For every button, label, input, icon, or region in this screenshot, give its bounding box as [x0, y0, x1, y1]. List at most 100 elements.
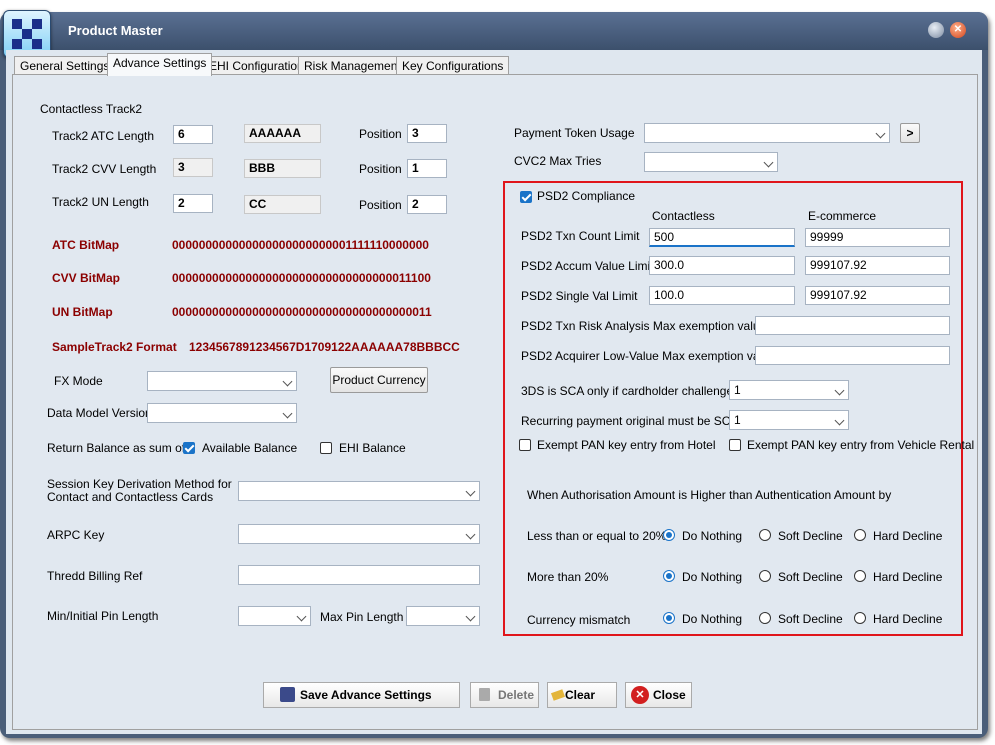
gt20-do-nothing-radio[interactable] — [663, 570, 675, 582]
exempt-vehicle-label: Exempt PAN key entry from Vehicle Rental — [747, 438, 975, 452]
fx-mode-select[interactable] — [147, 371, 297, 391]
sca-challenged-select[interactable]: 1 — [729, 380, 849, 400]
arpc-key-label: ARPC Key — [47, 528, 105, 542]
gt20-hard-decline-radio[interactable] — [854, 570, 866, 582]
le20-do-nothing-label: Do Nothing — [682, 529, 743, 543]
tra-exemption-input[interactable] — [755, 316, 950, 335]
ecommerce-header: E-commerce — [808, 209, 877, 223]
chevron-down-icon — [465, 486, 476, 497]
track2-un-position-input[interactable]: 2 — [407, 195, 447, 214]
le20-hard-decline-label: Hard Decline — [873, 529, 943, 543]
ehi-balance-checkbox[interactable] — [320, 442, 332, 454]
clear-button[interactable]: Clear — [547, 682, 617, 708]
tra-exemption-label: PSD2 Txn Risk Analysis Max exemption val… — [521, 319, 770, 333]
available-balance-label: Available Balance — [202, 441, 298, 455]
accum-value-limit-label: PSD2 Accum Value Limit — [521, 259, 654, 273]
delete-button[interactable]: Delete — [470, 682, 539, 708]
session-key-label-line2: Contact and Contactless Cards — [47, 490, 214, 504]
accum-value-contactless-input[interactable]: 300.0 — [649, 256, 795, 275]
close-button[interactable]: ✕ Close — [625, 682, 692, 708]
le20-hard-decline-radio[interactable] — [854, 529, 866, 541]
tab-general-settings[interactable]: General Settings — [14, 56, 116, 75]
gt20-soft-decline-radio[interactable] — [759, 570, 771, 582]
tab-advance-settings[interactable]: Advance Settings — [107, 53, 213, 76]
recurring-sca-select[interactable]: 1 — [729, 410, 849, 430]
product-currency-button[interactable]: Product Currency — [330, 367, 428, 393]
max-pin-length-select[interactable] — [406, 606, 480, 626]
un-bitmap-label: UN BitMap — [52, 305, 113, 319]
recurring-sca-label: Recurring payment original must be SCA — [521, 414, 739, 428]
atc-bitmap-label: ATC BitMap — [52, 238, 120, 252]
gt20-do-nothing-label: Do Nothing — [682, 570, 743, 584]
currency-soft-decline-radio[interactable] — [759, 612, 771, 624]
accum-value-ecommerce-input[interactable]: 999107.92 — [805, 256, 950, 275]
ehi-balance-label: EHI Balance — [339, 441, 406, 455]
sample-track2-value: 1234567891234567D1709122AAAAAA78BBBCC — [189, 340, 460, 354]
exempt-hotel-label: Exempt PAN key entry from Hotel — [537, 438, 716, 452]
session-key-label-line1: Session Key Derivation Method for — [47, 477, 232, 491]
title-bar: Product Master ✕ — [0, 10, 988, 58]
thredd-billing-input[interactable] — [238, 565, 480, 585]
track2-cvv-input[interactable]: 3 — [173, 158, 213, 177]
single-val-contactless-input[interactable]: 100.0 — [649, 286, 795, 305]
chevron-down-icon — [282, 408, 293, 419]
le20-do-nothing-radio[interactable] — [663, 529, 675, 541]
track2-atc-pattern: AAAAAA — [244, 124, 321, 143]
data-model-version-select[interactable] — [147, 403, 297, 423]
single-val-ecommerce-input[interactable]: 999107.92 — [805, 286, 950, 305]
tab-ehi-configuration[interactable]: EHI Configuration — [203, 56, 310, 75]
cvv-bitmap-value: 000000000000000000000000000000000011100 — [172, 271, 431, 285]
txn-count-contactless-input[interactable]: 500 — [649, 228, 795, 247]
tab-key-configurations[interactable]: Key Configurations — [396, 56, 510, 75]
currency-do-nothing-radio[interactable] — [663, 612, 675, 624]
track2-atc-position-label: Position — [359, 127, 402, 141]
track2-atc-input[interactable]: 6 — [173, 125, 213, 144]
track2-atc-label: Track2 ATC Length — [52, 129, 155, 143]
row-label-currency-mismatch: Currency mismatch — [527, 613, 631, 627]
cvc2-max-tries-label: CVC2 Max Tries — [514, 154, 602, 168]
available-balance-checkbox[interactable] — [183, 442, 195, 454]
chevron-down-icon — [282, 376, 293, 387]
chevron-down-icon — [834, 415, 845, 426]
chevron-down-icon — [465, 611, 476, 622]
track2-cvv-position-input[interactable]: 1 — [407, 159, 447, 178]
save-advance-settings-button[interactable]: Save Advance Settings — [263, 682, 460, 708]
track2-cvv-pattern: BBB — [244, 159, 321, 178]
row-label-gt-20: More than 20% — [527, 570, 609, 584]
tab-risk-management[interactable]: Risk Management — [298, 56, 407, 75]
payment-token-select[interactable] — [644, 123, 890, 143]
acquirer-exemption-label: PSD2 Acquirer Low-Value Max exemption va… — [521, 349, 779, 363]
txn-count-ecommerce-input[interactable]: 99999 — [805, 228, 950, 247]
eraser-icon — [550, 689, 566, 701]
close-window-icon[interactable]: ✕ — [950, 22, 966, 38]
le20-soft-decline-radio[interactable] — [759, 529, 771, 541]
psd2-compliance-label: PSD2 Compliance — [537, 189, 636, 203]
trash-icon — [479, 688, 490, 701]
track2-un-position-label: Position — [359, 198, 402, 212]
chevron-down-icon — [296, 611, 307, 622]
exempt-vehicle-checkbox[interactable] — [729, 439, 741, 451]
chevron-down-icon — [763, 157, 774, 168]
chevron-down-icon — [834, 385, 845, 396]
cvc2-max-tries-select[interactable] — [644, 152, 778, 172]
txn-count-limit-label: PSD2 Txn Count Limit — [521, 229, 640, 243]
close-circle-icon: ✕ — [631, 686, 649, 704]
track2-un-pattern: CC — [244, 195, 321, 214]
gt20-hard-decline-label: Hard Decline — [873, 570, 943, 584]
track2-un-input[interactable]: 2 — [173, 194, 213, 213]
acquirer-exemption-input[interactable] — [755, 346, 950, 365]
currency-hard-decline-radio[interactable] — [854, 612, 866, 624]
session-key-select[interactable] — [238, 481, 480, 501]
payment-token-next-button[interactable]: > — [900, 123, 920, 143]
return-balance-label: Return Balance as sum of: — [47, 441, 189, 455]
arpc-key-select[interactable] — [238, 524, 480, 544]
thredd-billing-label: Thredd Billing Ref — [47, 569, 143, 583]
min-pin-length-select[interactable] — [238, 606, 311, 626]
psd2-compliance-checkbox[interactable] — [520, 191, 532, 203]
minimize-icon[interactable] — [928, 22, 944, 38]
currency-hard-decline-label: Hard Decline — [873, 612, 943, 626]
track2-atc-position-input[interactable]: 3 — [407, 124, 447, 143]
exempt-hotel-checkbox[interactable] — [519, 439, 531, 451]
single-val-limit-label: PSD2 Single Val Limit — [521, 289, 638, 303]
currency-do-nothing-label: Do Nothing — [682, 612, 743, 626]
